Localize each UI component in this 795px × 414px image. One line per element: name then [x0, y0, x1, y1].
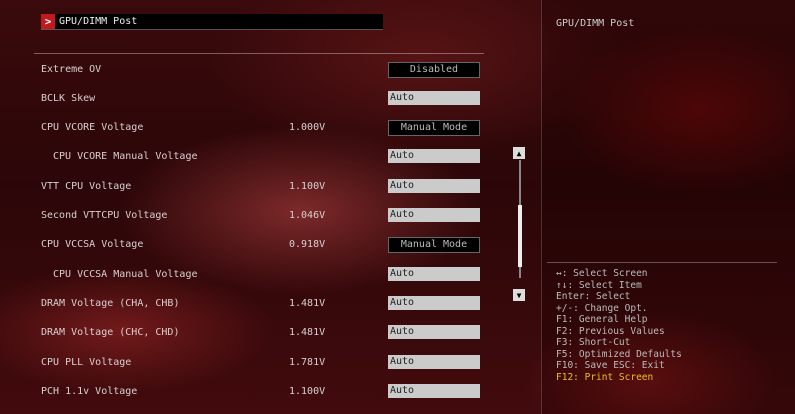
key-legend: ↔: Select Screen ↑↓: Select Item Enter: Se…: [556, 268, 682, 383]
key-hint: ↔: Select Screen: [556, 268, 648, 279]
setting-value-field[interactable]: Auto: [388, 208, 480, 222]
setting-label: CPU VCORE Voltage: [41, 122, 144, 133]
setting-value-field[interactable]: Auto: [388, 296, 480, 310]
current-value: 0.918V: [289, 239, 326, 250]
setting-value-field[interactable]: Manual Mode: [388, 120, 480, 136]
current-value: 1.000V: [289, 122, 326, 133]
key-hint: F2: Previous Values: [556, 325, 665, 337]
key-hint: F10: Save ESC: Exit: [556, 360, 665, 371]
section-title: GPU/DIMM Post: [59, 16, 138, 27]
divider: [34, 53, 484, 54]
setting-row[interactable]: CPU VCORE Manual Voltage Auto: [41, 149, 481, 165]
chevron-right-icon: >: [41, 14, 55, 29]
key-hint: Enter: Select: [556, 291, 631, 302]
setting-row[interactable]: CPU VCCSA Manual Voltage Auto: [41, 267, 481, 283]
key-hint: F1: General Help: [556, 314, 648, 325]
setting-label: DRAM Voltage (CHA, CHB): [41, 298, 180, 309]
key-hint: +/-: Change Opt.: [556, 302, 648, 314]
help-title: GPU/DIMM Post: [556, 18, 635, 29]
setting-value-field[interactable]: Auto: [388, 267, 480, 281]
setting-label: PCH 1.1v Voltage: [41, 386, 138, 397]
key-hint: F12: Print Screen: [556, 371, 654, 383]
key-hint: F5: Optimized Defaults: [556, 348, 682, 360]
section-title-bar: > GPU/DIMM Post: [41, 14, 383, 30]
current-value: 1.046V: [289, 210, 326, 221]
setting-value-field[interactable]: Auto: [388, 384, 480, 398]
setting-value-field[interactable]: Disabled: [388, 62, 480, 78]
setting-label: CPU PLL Voltage: [41, 357, 132, 368]
setting-label: CPU VCCSA Voltage: [41, 239, 144, 250]
setting-row[interactable]: PCH 1.1v Voltage 1.100V Auto: [41, 384, 481, 400]
current-value: 1.481V: [289, 298, 326, 309]
setting-row[interactable]: Second VTTCPU Voltage 1.046V Auto: [41, 208, 481, 224]
setting-row[interactable]: VTT CPU Voltage 1.100V Auto: [41, 179, 481, 195]
setting-row[interactable]: BCLK Skew Auto: [41, 91, 481, 107]
setting-value-field[interactable]: Manual Mode: [388, 237, 480, 253]
setting-value-field[interactable]: Auto: [388, 91, 480, 105]
current-value: 1.781V: [289, 357, 326, 368]
setting-row[interactable]: CPU PLL Voltage 1.781V Auto: [41, 355, 481, 371]
help-divider: [547, 262, 777, 263]
scroll-down-icon[interactable]: ▼: [513, 289, 525, 301]
setting-row[interactable]: CPU VCORE Voltage 1.000V Manual Mode: [41, 120, 481, 136]
setting-value-field[interactable]: Auto: [388, 325, 480, 339]
setting-value-field[interactable]: Auto: [388, 179, 480, 193]
settings-panel: > GPU/DIMM Post Extreme OV Disabled BCLK S…: [0, 0, 540, 414]
setting-label: CPU VCORE Manual Voltage: [53, 151, 198, 162]
setting-label: DRAM Voltage (CHC, CHD): [41, 327, 180, 338]
setting-label: Extreme OV: [41, 64, 102, 75]
setting-label: CPU VCCSA Manual Voltage: [53, 269, 198, 280]
setting-row[interactable]: CPU VCCSA Voltage 0.918V Manual Mode: [41, 237, 481, 253]
setting-label: BCLK Skew: [41, 93, 96, 104]
setting-row[interactable]: DRAM Voltage (CHA, CHB) 1.481V Auto: [41, 296, 481, 312]
current-value: 1.481V: [289, 327, 326, 338]
setting-value-field[interactable]: Auto: [388, 355, 480, 369]
scrollbar-thumb[interactable]: [518, 205, 522, 267]
setting-row[interactable]: Extreme OV Disabled: [41, 62, 481, 78]
current-value: 1.100V: [289, 181, 326, 192]
setting-row[interactable]: DRAM Voltage (CHC, CHD) 1.481V Auto: [41, 325, 481, 341]
current-value: 1.100V: [289, 386, 326, 397]
key-hint: F3: Short-Cut: [556, 337, 631, 348]
scroll-up-icon[interactable]: ▲: [513, 147, 525, 159]
key-hint: ↑↓: Select Item: [556, 279, 642, 291]
setting-label: Second VTTCPU Voltage: [41, 210, 168, 221]
setting-value-field[interactable]: Auto: [388, 149, 480, 163]
setting-label: VTT CPU Voltage: [41, 181, 132, 192]
